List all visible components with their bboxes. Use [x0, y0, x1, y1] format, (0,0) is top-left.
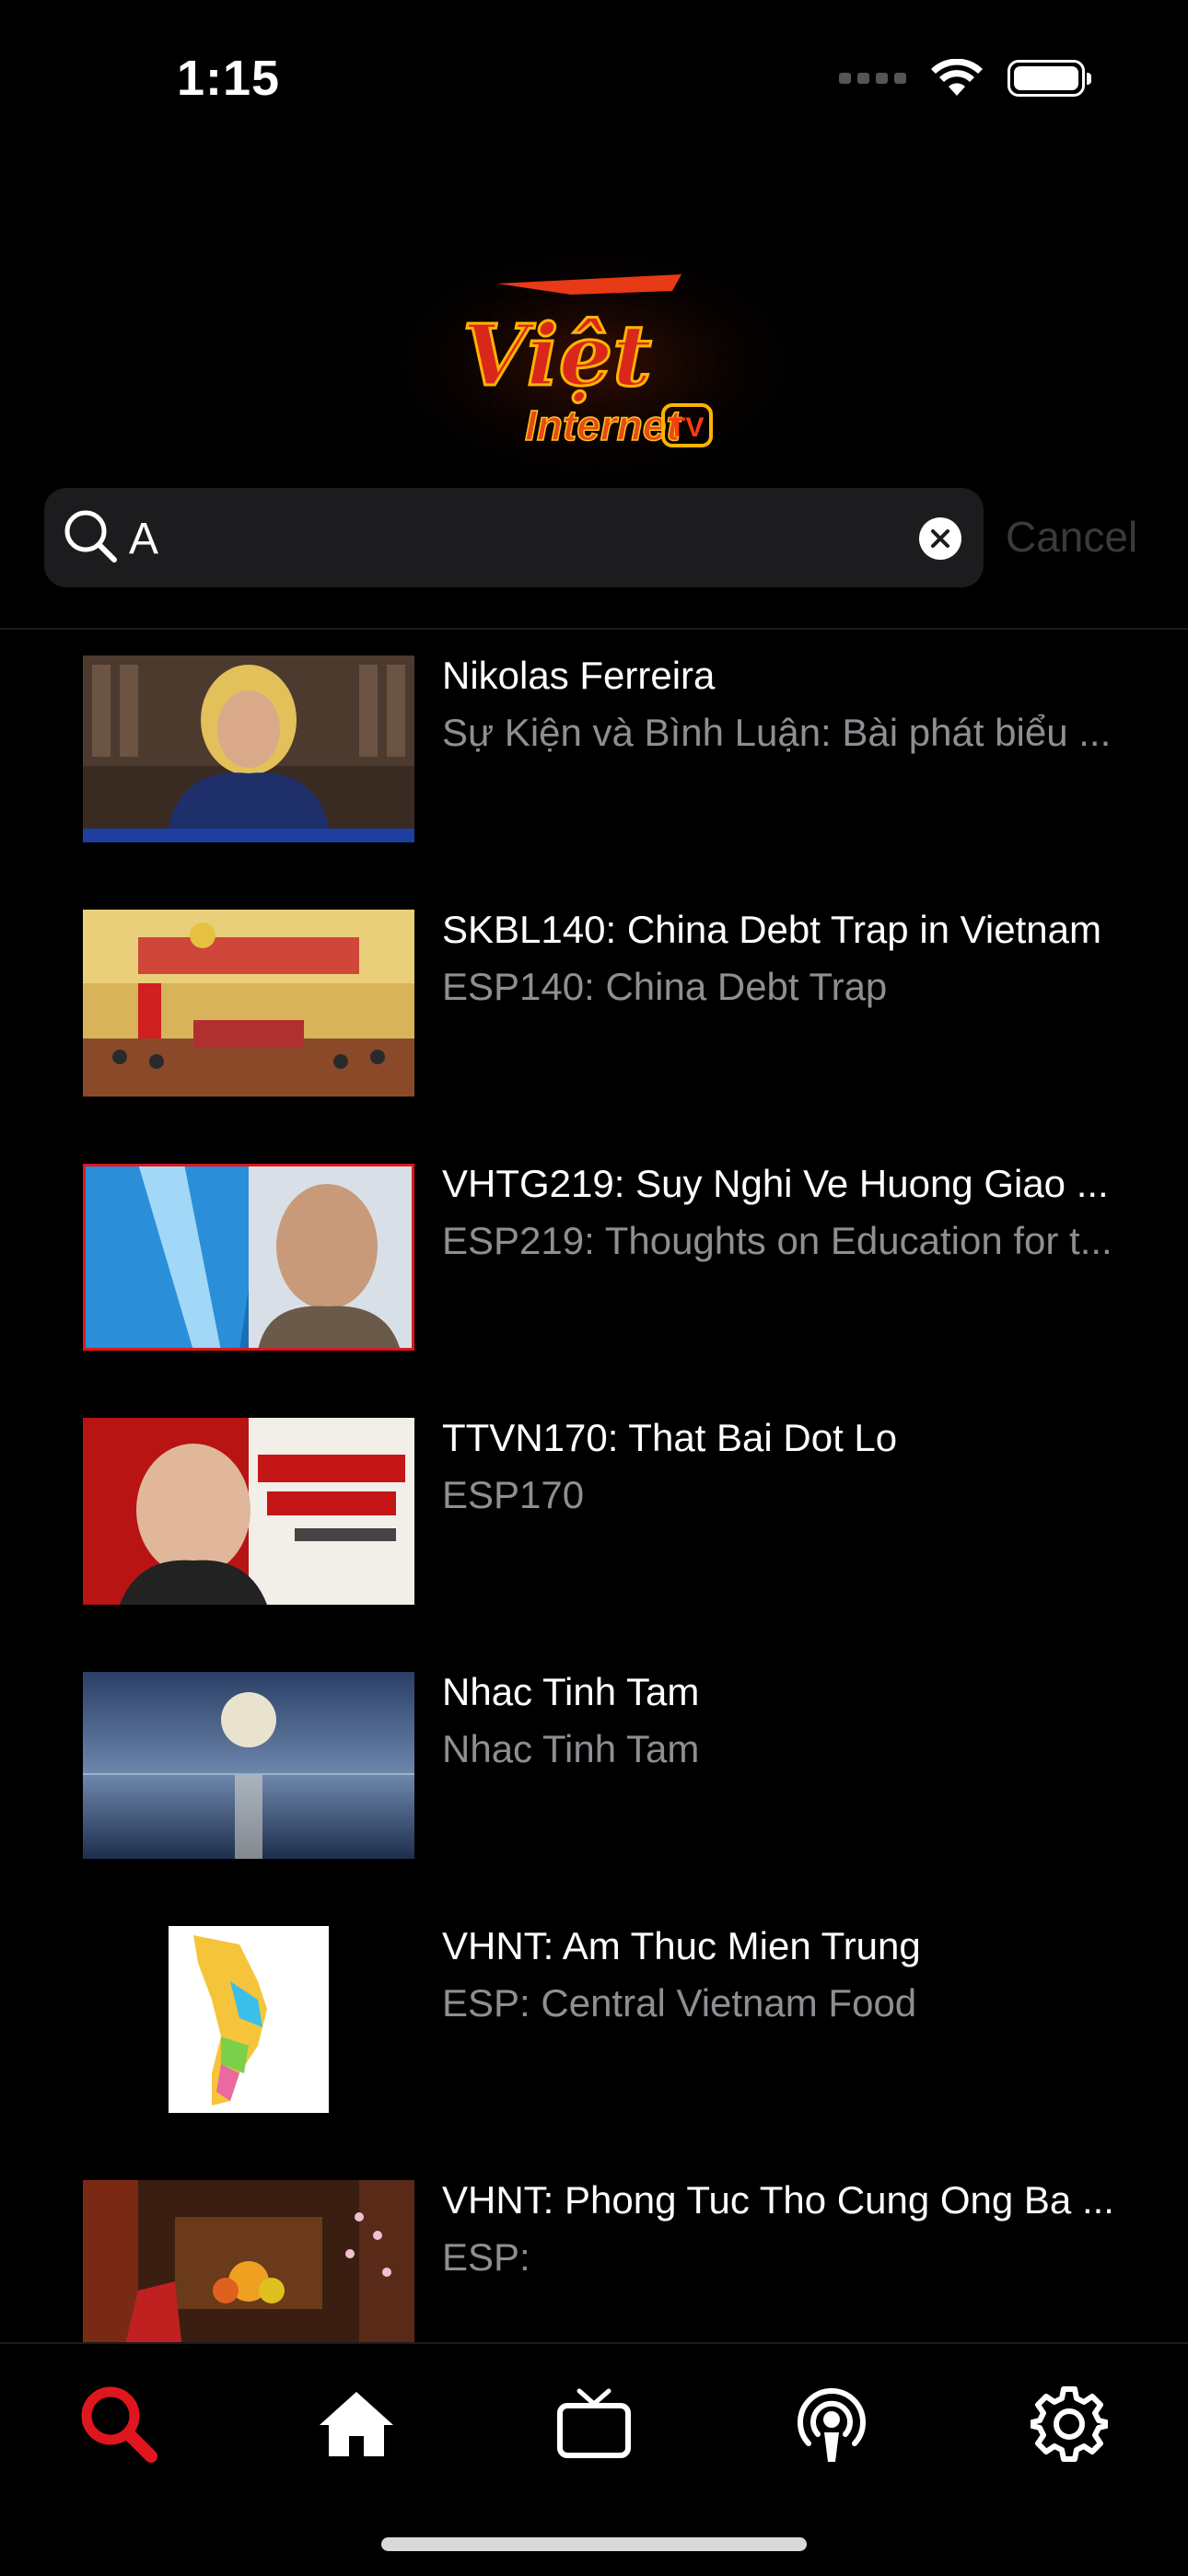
thumbnail	[83, 2180, 414, 2351]
item-subtitle: ESP:	[442, 2235, 530, 2279]
tab-podcasts[interactable]	[781, 2373, 882, 2475]
item-subtitle: Nhac Tinh Tam	[442, 1727, 700, 1770]
tab-settings[interactable]	[1019, 2373, 1120, 2475]
svg-text:Internet: Internet	[525, 401, 681, 449]
thumbnail	[83, 656, 414, 842]
tv-icon	[557, 2388, 631, 2458]
svg-text:TV: TV	[669, 412, 704, 443]
thumbnail	[83, 1164, 414, 1351]
clear-search-button[interactable]	[919, 517, 961, 560]
thumbnail	[83, 1418, 414, 1605]
wifi-icon	[931, 59, 983, 96]
item-title: Nhac Tinh Tam	[442, 1670, 700, 1713]
list-item[interactable]: VHTG219: Suy Nghi Ve Huong Giao ... ESP2…	[0, 1153, 1188, 1364]
gear-icon	[1031, 2386, 1108, 2462]
item-title: VHNT: Am Thuc Mien Trung	[442, 1924, 921, 1967]
item-subtitle: ESP140: China Debt Trap	[442, 965, 888, 1008]
item-title: VHNT: Phong Tuc Tho Cung Ong Ba ...	[442, 2178, 1114, 2222]
thumbnail	[83, 1926, 414, 2113]
item-title: Nikolas Ferreira	[442, 654, 716, 697]
divider	[0, 628, 1188, 630]
status-icons	[839, 59, 1091, 98]
tab-search[interactable]	[68, 2373, 169, 2475]
close-icon	[931, 529, 949, 548]
item-subtitle: ESP170	[442, 1473, 585, 1516]
list-item[interactable]: Nhac Tinh Tam Nhac Tinh Tam	[0, 1661, 1188, 1873]
list-item[interactable]: Nikolas Ferreira Sự Kiện và Bình Luận: B…	[0, 644, 1188, 856]
battery-icon	[1007, 60, 1091, 97]
item-title: SKBL140: China Debt Trap in Vietnam	[442, 908, 1101, 951]
item-subtitle: ESP: Central Vietnam Food	[442, 1981, 917, 2025]
list-item[interactable]: SKBL140: China Debt Trap in Vietnam ESP1…	[0, 899, 1188, 1110]
home-icon	[320, 2392, 393, 2456]
thumbnail	[83, 1672, 414, 1859]
item-subtitle: Sự Kiện và Bình Luận: Bài phát biểu ...	[442, 711, 1112, 754]
tab-home[interactable]	[306, 2373, 407, 2475]
cellular-signal-icon	[839, 73, 906, 84]
podcast-icon	[798, 2388, 866, 2462]
search-icon	[81, 2386, 157, 2463]
search-bar[interactable]	[44, 488, 984, 587]
viet-internet-tv-logo: Việt Internet TV	[387, 247, 801, 479]
search-input[interactable]	[127, 501, 941, 576]
search-icon	[64, 510, 117, 563]
tab-live-tv[interactable]	[543, 2373, 645, 2475]
item-title: TTVN170: That Bai Dot Lo	[442, 1416, 898, 1459]
item-title: VHTG219: Suy Nghi Ve Huong Giao ...	[442, 1162, 1109, 1205]
item-subtitle: ESP219: Thoughts on Education for t...	[442, 1219, 1112, 1262]
list-item[interactable]: VHNT: Am Thuc Mien Trung ESP: Central Vi…	[0, 1915, 1188, 2127]
svg-text:Việt: Việt	[462, 306, 652, 405]
thumbnail	[83, 910, 414, 1097]
cancel-button[interactable]: Cancel	[1006, 512, 1137, 562]
status-time: 1:15	[177, 51, 281, 106]
list-item[interactable]: TTVN170: That Bai Dot Lo ESP170	[0, 1407, 1188, 1619]
home-indicator	[381, 2537, 807, 2551]
